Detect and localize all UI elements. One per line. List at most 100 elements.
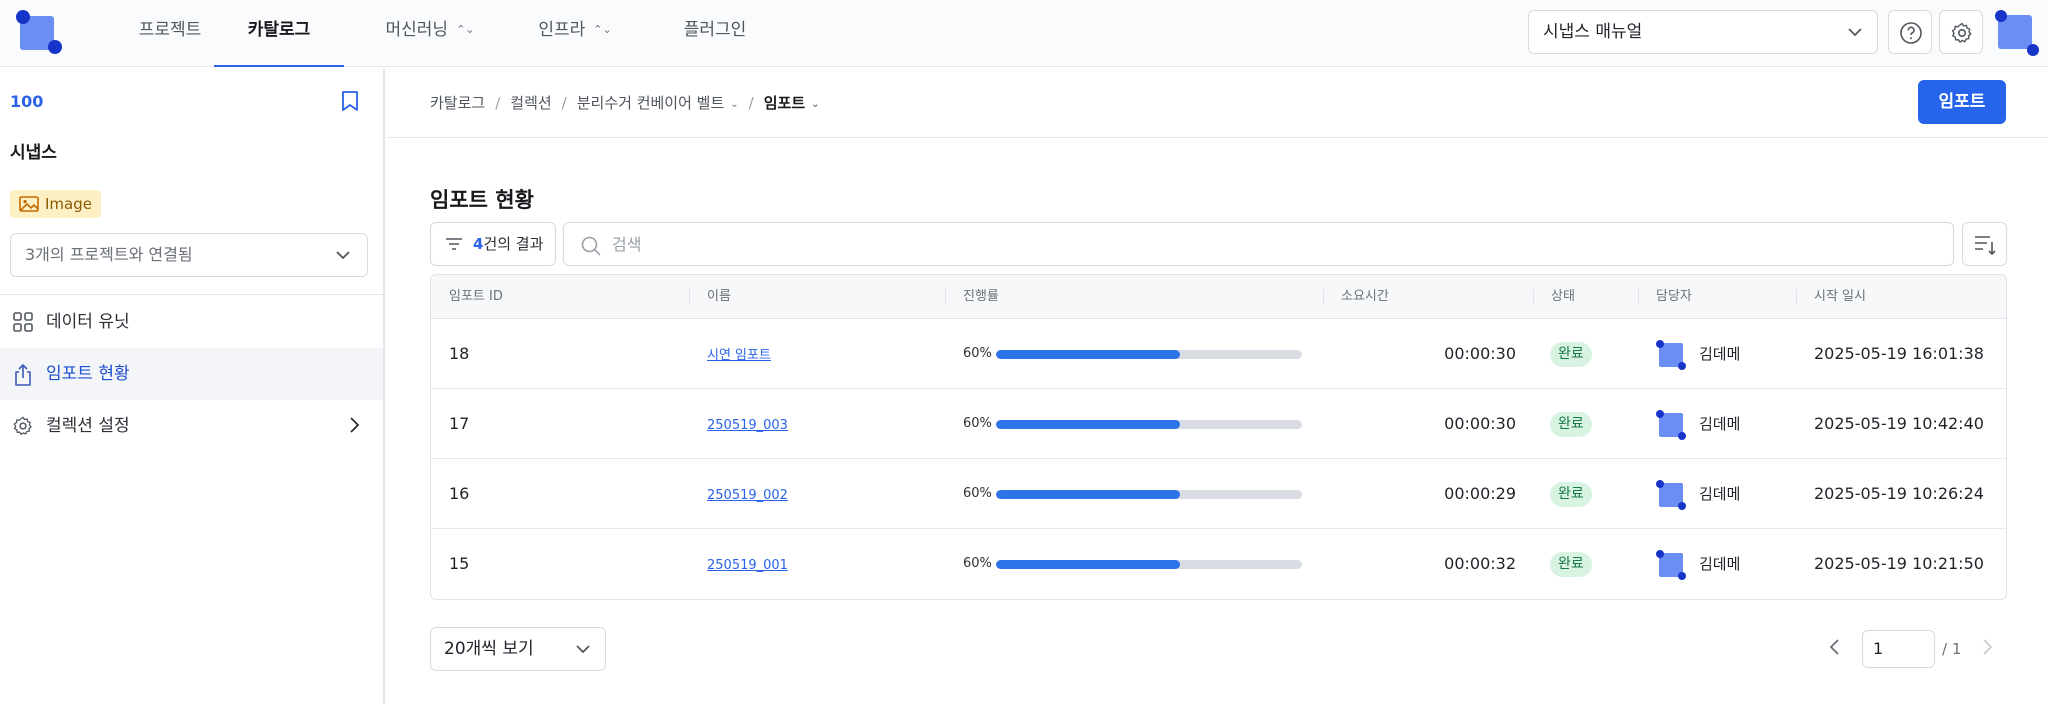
chevron-left-icon[interactable]: [1828, 637, 1842, 657]
grid-icon: [13, 312, 33, 332]
status-badge: 완료: [1550, 412, 1592, 437]
chevron-updown-icon: ⌃⌄: [456, 23, 475, 36]
progress-bar: [996, 560, 1302, 569]
sidebar: 100 시냅스 Image 3개의 프로젝트와 연결됨 데이터 유닛 임포트 현…: [0, 68, 385, 704]
chevron-right-icon: [350, 417, 360, 433]
status-badge: 완료: [1550, 342, 1592, 367]
search-input[interactable]: [612, 223, 1953, 265]
gear-icon: [1951, 22, 1972, 43]
nav-tab-projects[interactable]: 프로젝트: [110, 0, 230, 67]
breadcrumb-collection[interactable]: 컬렉션: [510, 92, 551, 113]
column-header-duration[interactable]: 소요시간: [1341, 275, 1389, 319]
chevron-down-icon: [336, 251, 350, 260]
start-time: 2025-05-19 10:26:24: [1814, 484, 1984, 503]
table-row[interactable]: 17 250519_003 60% 00:00:30 완료 김데메 2025-05-19 1…: [431, 389, 2006, 459]
start-time: 2025-05-19 10:21:50: [1814, 554, 1984, 573]
progress-bar: [996, 420, 1302, 429]
start-time: 2025-05-19 10:42:40: [1814, 414, 1984, 433]
table-row[interactable]: 16 250519_002 60% 00:00:29 완료 김데메 2025-05-19 1…: [431, 459, 2006, 529]
project-select-value: 3개의 프로젝트와 연결됨: [25, 245, 193, 264]
app-logo[interactable]: [14, 10, 62, 58]
progress-bar-fill: [996, 350, 1180, 359]
import-name-link[interactable]: 250519_001: [707, 558, 788, 573]
duration: 00:00:30: [1444, 344, 1516, 363]
breadcrumb-collection-name[interactable]: 분리수거 컨베이어 벨트 ⌄: [577, 92, 739, 113]
manual-select-value: 시냅스 매뉴얼: [1543, 22, 1643, 42]
chevron-down-icon: ⌄: [730, 99, 739, 110]
data-type-badge: Image: [10, 190, 101, 218]
owner-name: 김데메: [1699, 555, 1741, 573]
progress-bar: [996, 490, 1302, 499]
import-id: 18: [449, 344, 470, 363]
sidebar-item-import-status[interactable]: 임포트 현황: [0, 348, 383, 400]
user-avatar[interactable]: [1993, 10, 2039, 56]
search-icon: [581, 236, 601, 256]
progress-label: 60%: [963, 556, 992, 571]
filter-button[interactable]: 4건의 결과: [430, 222, 556, 266]
import-name-link[interactable]: 시연 임포트: [707, 348, 771, 363]
import-table: 임포트 ID 이름 진행률 소요시간 상태 담당자 시작 일시 18 시연 임포트…: [430, 274, 2007, 600]
help-button[interactable]: [1888, 10, 1932, 54]
chevron-down-icon: [1848, 28, 1862, 37]
progress-bar-fill: [996, 560, 1180, 569]
duration: 00:00:32: [1444, 554, 1516, 573]
column-header-progress[interactable]: 진행률: [963, 275, 999, 319]
progress-bar-fill: [996, 420, 1180, 429]
page-number-input[interactable]: 1: [1862, 630, 1935, 668]
sidebar-divider: [0, 294, 383, 295]
owner-avatar: [1656, 550, 1686, 580]
start-time: 2025-05-19 16:01:38: [1814, 344, 1984, 363]
search-field[interactable]: [563, 222, 1954, 266]
owner-name: 김데메: [1699, 415, 1741, 433]
status-badge: 완료: [1550, 552, 1592, 577]
sidebar-item-collection-settings[interactable]: 컬렉션 설정: [0, 400, 383, 452]
column-header-start-time[interactable]: 시작 일시: [1814, 275, 1866, 319]
duration: 00:00:29: [1444, 484, 1516, 503]
status-badge: 완료: [1550, 482, 1592, 507]
import-button[interactable]: 임포트: [1918, 80, 2006, 124]
help-icon: [1900, 22, 1922, 44]
breadcrumb-current[interactable]: 임포트 ⌄: [764, 92, 820, 113]
chevron-down-icon: ⌄: [811, 99, 820, 110]
import-id: 16: [449, 484, 470, 503]
import-name-link[interactable]: 250519_002: [707, 488, 788, 503]
owner-avatar: [1656, 340, 1686, 370]
owner-avatar: [1656, 480, 1686, 510]
header-divider: [387, 137, 2048, 138]
upload-icon: [15, 364, 31, 386]
result-label: 건의 결과: [483, 235, 544, 253]
import-id: 15: [449, 554, 470, 573]
owner-name: 김데메: [1699, 345, 1741, 363]
duration: 00:00:30: [1444, 414, 1516, 433]
bookmark-icon[interactable]: [340, 90, 360, 112]
chevron-updown-icon: ⌃⌄: [593, 23, 612, 36]
breadcrumb-catalog[interactable]: 카탈로그: [430, 92, 485, 113]
breadcrumb: 카탈로그 / 컬렉션 / 분리수거 컨베이어 벨트 ⌄ / 임포트 ⌄: [430, 92, 820, 113]
progress-bar: [996, 350, 1302, 359]
page-size-value: 20개씩 보기: [444, 639, 534, 659]
nav-tab-infra[interactable]: 인프라 ⌃⌄: [520, 0, 630, 67]
collection-name: 시냅스: [10, 143, 57, 163]
nav-tab-machine-learning[interactable]: 머신러닝 ⌃⌄: [365, 0, 495, 67]
project-select[interactable]: 3개의 프로젝트와 연결됨: [10, 233, 368, 277]
import-name-link[interactable]: 250519_003: [707, 418, 788, 433]
image-icon: [19, 196, 39, 212]
column-header-name[interactable]: 이름: [707, 275, 731, 319]
nav-tab-catalog[interactable]: 카탈로그: [214, 0, 344, 67]
page-size-select[interactable]: 20개씩 보기: [430, 627, 606, 671]
table-row[interactable]: 15 250519_001 60% 00:00:32 완료 김데메 2025-05-19 1…: [431, 529, 2006, 599]
sort-button[interactable]: [1962, 222, 2007, 266]
manual-select[interactable]: 시냅스 매뉴얼: [1528, 10, 1878, 54]
page-total: / 1: [1942, 640, 1962, 658]
result-count: 4: [473, 235, 484, 253]
column-header-owner[interactable]: 담당자: [1656, 275, 1692, 319]
chevron-down-icon: [576, 645, 590, 654]
sidebar-item-data-units[interactable]: 데이터 유닛: [0, 296, 383, 348]
chevron-right-icon[interactable]: [1980, 637, 1994, 657]
owner-avatar: [1656, 410, 1686, 440]
column-header-id[interactable]: 임포트 ID: [449, 275, 503, 319]
settings-button[interactable]: [1939, 10, 1983, 54]
column-header-status[interactable]: 상태: [1551, 275, 1575, 319]
nav-tab-plugins[interactable]: 플러그인: [660, 0, 770, 67]
table-row[interactable]: 18 시연 임포트 60% 00:00:30 완료 김데메 2025-05-19 16:01…: [431, 319, 2006, 389]
